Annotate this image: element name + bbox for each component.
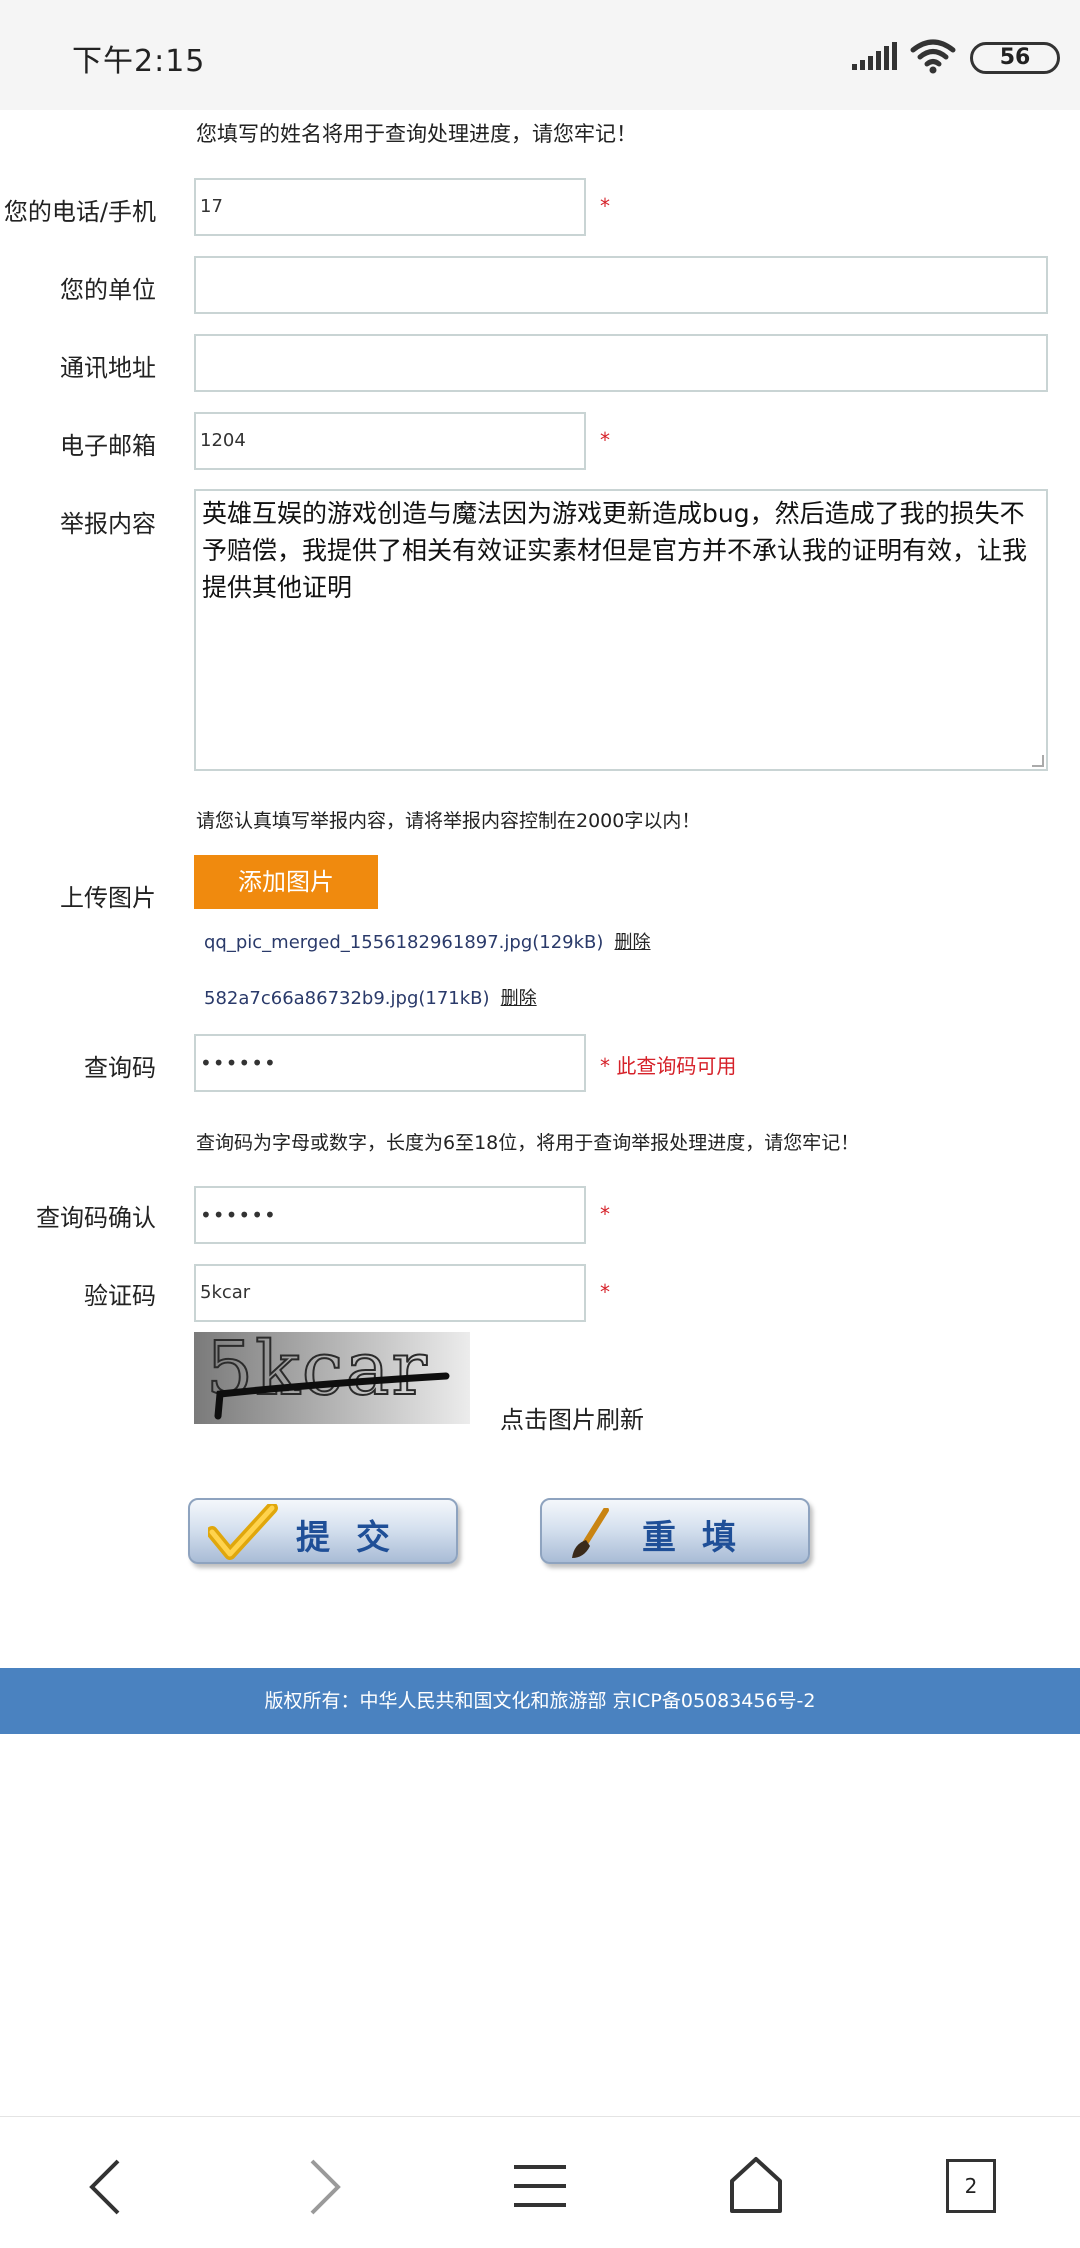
home-icon[interactable] xyxy=(728,2155,784,2215)
captcha-image[interactable]: 5kcar xyxy=(194,1332,470,1424)
report-label: 举报内容 xyxy=(60,510,156,538)
signal-icon xyxy=(852,42,897,70)
email-label: 电子邮箱 xyxy=(60,432,156,460)
email-value: 1204 xyxy=(200,430,246,451)
resize-grip-icon[interactable] xyxy=(1032,755,1044,767)
reset-label: 重填 xyxy=(642,1518,762,1558)
footer-bar: 版权所有：中华人民共和国文化和旅游部 京ICP备05083456号-2 xyxy=(0,1668,1080,1734)
captcha-field[interactable]: 5kcar xyxy=(194,1264,586,1322)
add-image-button[interactable]: 添加图片 xyxy=(194,855,378,909)
phone-label: 您的电话/手机 xyxy=(3,198,156,226)
address-label: 通讯地址 xyxy=(60,354,156,382)
query-code-field[interactable]: •••••• xyxy=(194,1034,586,1092)
phone-field[interactable]: 17 xyxy=(194,178,586,236)
upload-label: 上传图片 xyxy=(60,884,156,912)
name-note: 您填写的姓名将用于查询处理进度，请您牢记！ xyxy=(196,122,637,146)
company-field[interactable] xyxy=(194,256,1048,314)
query-code-confirm-label: 查询码确认 xyxy=(36,1204,156,1232)
menu-icon[interactable] xyxy=(512,2161,568,2211)
tab-count: 2 xyxy=(964,2174,978,2198)
phone-required-marker: * xyxy=(600,194,610,218)
reset-button[interactable]: 重填 xyxy=(540,1498,810,1564)
query-code-confirm-required-marker: * xyxy=(600,1202,610,1226)
submit-button[interactable]: 提交 xyxy=(188,1498,458,1564)
uploaded-file-2: 582a7c66a86732b9.jpg(171kB) 删除 xyxy=(204,984,537,1010)
battery-icon: 56 xyxy=(970,42,1060,74)
captcha-required-marker: * xyxy=(600,1280,610,1304)
email-field[interactable]: 1204 xyxy=(194,412,586,470)
tabs-icon[interactable]: 2 xyxy=(946,2159,996,2213)
paintbrush-icon xyxy=(572,1508,609,1558)
submit-label: 提交 xyxy=(296,1518,416,1558)
address-field[interactable] xyxy=(194,334,1048,392)
delete-file-2-link[interactable]: 删除 xyxy=(501,988,537,1009)
captcha-refresh-link[interactable]: 点击图片刷新 xyxy=(500,1400,644,1435)
company-label: 您的单位 xyxy=(60,276,156,304)
checkmark-icon xyxy=(208,1504,278,1560)
query-code-label: 查询码 xyxy=(84,1054,156,1082)
status-time: 下午2:15 xyxy=(72,44,206,79)
wifi-icon xyxy=(910,39,956,74)
query-code-status: * 此查询码可用 xyxy=(600,1054,737,1078)
file-name: 582a7c66a86732b9.jpg(171kB) xyxy=(204,988,490,1009)
status-bar: 下午2:15 56 xyxy=(0,0,1080,110)
forward-icon[interactable] xyxy=(304,2157,344,2217)
query-code-confirm-field[interactable]: •••••• xyxy=(194,1186,586,1244)
captcha-strike-line xyxy=(214,1372,450,1420)
report-textarea[interactable]: 英雄互娱的游戏创造与魔法因为游戏更新造成bug，然后造成了我的损失不予赔偿，我提… xyxy=(194,489,1048,771)
captcha-value: 5kcar xyxy=(200,1282,251,1303)
back-icon[interactable] xyxy=(86,2157,126,2217)
query-code-confirm-value: •••••• xyxy=(200,1203,277,1227)
file-name: qq_pic_merged_1556182961897.jpg(129kB) xyxy=(204,932,604,953)
footer-copyright: 版权所有：中华人民共和国文化和旅游部 京ICP备05083456号-2 xyxy=(264,1690,816,1712)
query-code-note: 查询码为字母或数字，长度为6至18位，将用于查询举报处理进度，请您牢记！ xyxy=(196,1132,860,1154)
query-code-value: •••••• xyxy=(200,1051,277,1075)
report-note: 请您认真填写举报内容，请将举报内容控制在2000字以内！ xyxy=(196,810,701,832)
captcha-label: 验证码 xyxy=(84,1282,156,1310)
browser-nav-bar: 2 xyxy=(0,2116,1080,2248)
report-text: 英雄互娱的游戏创造与魔法因为游戏更新造成bug，然后造成了我的损失不予赔偿，我提… xyxy=(202,499,1028,602)
uploaded-file-1: qq_pic_merged_1556182961897.jpg(129kB) 删… xyxy=(204,928,651,954)
email-required-marker: * xyxy=(600,428,610,452)
phone-value: 17 xyxy=(200,196,223,217)
delete-file-1-link[interactable]: 删除 xyxy=(615,932,651,953)
